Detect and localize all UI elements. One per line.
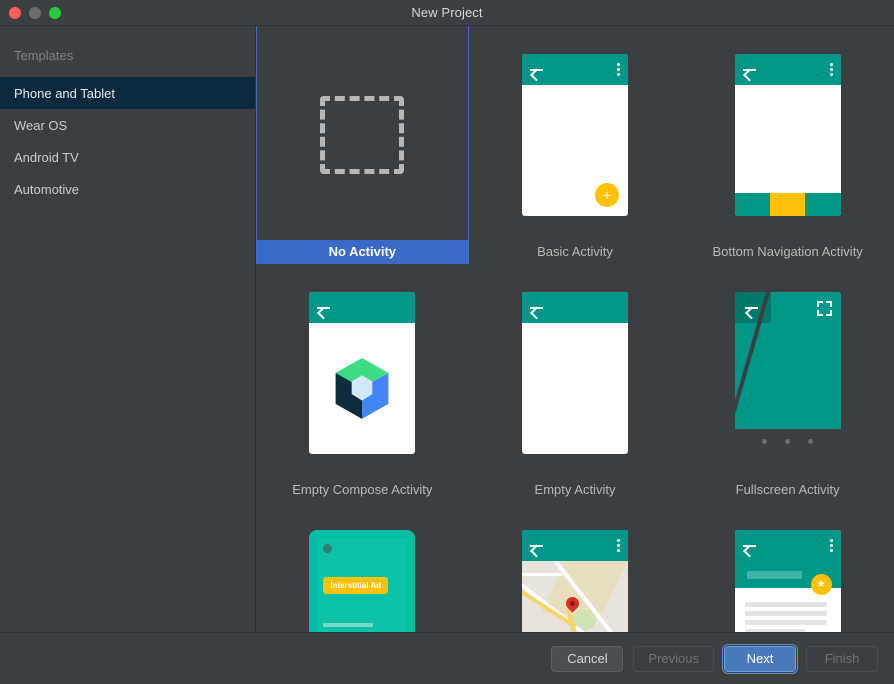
template-thumbnail-google-pay-activity: ★ G Pay — [734, 530, 841, 632]
template-thumbnail-google-maps-activity — [521, 530, 628, 632]
sidebar-item-label: Automotive — [14, 181, 80, 197]
dialog-body: Templates Phone and Tablet Wear OS Andro… — [0, 26, 894, 632]
bottom-nav-item — [805, 193, 841, 216]
template-thumbnail-empty-activity — [521, 292, 628, 454]
sidebar-header: Templates — [14, 48, 74, 63]
template-tile-interstitial-ad[interactable]: Interstitial Ad Interstitial Ad — [256, 502, 469, 632]
interstitial-ad-badge: Interstitial Ad — [323, 577, 389, 594]
template-label: Basic Activity — [537, 244, 613, 259]
template-tile-basic-activity[interactable]: + Basic Activity — [469, 26, 682, 264]
app-bar — [521, 530, 628, 561]
window-controls — [9, 6, 61, 19]
template-thumbnail-fullscreen-activity — [734, 292, 841, 454]
phone-mock: ★ G Pay — [734, 530, 841, 632]
text-placeholder-line — [744, 611, 827, 616]
dashed-placeholder-icon — [320, 96, 405, 174]
page-dot — [785, 439, 791, 444]
app-bar — [521, 54, 628, 85]
back-arrow-icon — [744, 301, 758, 314]
phone-mock — [734, 54, 841, 216]
template-thumbnail-empty-compose-activity — [309, 292, 416, 454]
bottom-nav-item-active — [769, 193, 806, 216]
text-placeholder-line — [323, 623, 374, 627]
back-arrow-icon — [317, 301, 331, 314]
template-label: Empty Compose Activity — [292, 482, 433, 497]
phone-mock: Interstitial Ad — [309, 530, 416, 632]
map-preview — [521, 561, 628, 632]
sidebar-item-label: Android TV — [14, 149, 79, 165]
app-bar — [734, 54, 841, 85]
template-thumbnail-interstitial-ad: Interstitial Ad — [309, 530, 416, 632]
phone-mock — [521, 292, 628, 454]
template-tile-bottom-navigation-activity[interactable]: Bottom Navigation Activity — [681, 26, 894, 264]
floating-action-button-icon: + — [594, 183, 619, 207]
page-dot — [761, 439, 767, 444]
back-arrow-icon — [529, 539, 543, 552]
text-placeholder-line — [744, 620, 827, 625]
bottom-navigation-bar — [734, 193, 841, 216]
template-label: Fullscreen Activity — [735, 482, 840, 497]
app-bar — [521, 292, 628, 323]
bottom-nav-item — [734, 193, 770, 216]
cancel-button[interactable]: Cancel — [551, 645, 624, 672]
minimize-window-button[interactable] — [29, 6, 41, 19]
map-road — [521, 573, 562, 576]
templates-grid: No Activity + Basic Activity Bottom Navi… — [256, 26, 894, 632]
template-tile-google-pay-activity[interactable]: ★ G Pay Google Pay Activity — [681, 502, 894, 632]
window-title: New Project — [411, 5, 483, 20]
template-label: No Activity — [257, 240, 468, 264]
map-landuse — [540, 561, 628, 613]
finish-button[interactable]: Finish — [806, 645, 878, 672]
templates-grid-scroll[interactable]: No Activity + Basic Activity Bottom Navi… — [256, 26, 894, 632]
template-tile-empty-compose-activity[interactable]: Empty Compose Activity — [256, 264, 469, 502]
text-placeholder-line — [744, 602, 827, 607]
sidebar-item-label: Phone and Tablet — [14, 85, 115, 101]
phone-mock: + — [521, 54, 628, 216]
overflow-menu-icon — [616, 539, 620, 552]
floating-action-button-icon: ★ — [810, 574, 832, 595]
phone-mock — [521, 530, 628, 632]
back-arrow-icon — [529, 63, 543, 76]
overflow-menu-icon — [829, 63, 833, 76]
dialog-footer: Cancel Previous Next Finish — [0, 632, 894, 684]
sidebar-item-phone-and-tablet[interactable]: Phone and Tablet — [0, 77, 255, 109]
compose-logo-wrap — [309, 323, 415, 454]
back-arrow-icon — [742, 539, 756, 552]
sidebar-item-label: Wear OS — [14, 117, 68, 133]
overflow-menu-icon — [829, 539, 833, 552]
phone-mock — [309, 292, 416, 454]
back-arrow-icon — [742, 63, 756, 76]
template-label: Bottom Navigation Activity — [712, 244, 863, 259]
template-tile-fullscreen-activity[interactable]: Fullscreen Activity — [681, 264, 894, 502]
page-dot — [808, 439, 814, 444]
new-project-dialog: New Project Templates Phone and Tablet W… — [0, 0, 894, 684]
sidebar-item-wear-os[interactable]: Wear OS — [0, 109, 255, 141]
fullscreen-expand-icon — [816, 301, 832, 316]
app-bar — [309, 292, 416, 323]
template-thumbnail-no-activity — [309, 54, 415, 216]
previous-button[interactable]: Previous — [633, 645, 714, 672]
overflow-menu-icon — [616, 63, 620, 76]
template-tile-no-activity[interactable]: No Activity — [256, 26, 469, 264]
back-arrow-icon — [529, 301, 543, 314]
jetpack-compose-logo-icon — [335, 357, 389, 419]
header-placeholder-bar — [746, 571, 802, 579]
next-button[interactable]: Next — [724, 645, 796, 672]
page-indicator-bar — [734, 429, 841, 454]
template-thumbnail-bottom-navigation-activity — [734, 54, 841, 216]
templates-sidebar: Templates Phone and Tablet Wear OS Andro… — [0, 26, 256, 632]
sidebar-item-automotive[interactable]: Automotive — [0, 173, 255, 205]
sidebar-item-android-tv[interactable]: Android TV — [0, 141, 255, 173]
text-placeholder-line — [744, 629, 805, 632]
phone-mock — [734, 292, 841, 454]
template-thumbnail-basic-activity: + — [521, 54, 628, 216]
title-bar: New Project — [0, 0, 894, 26]
template-tile-empty-activity[interactable]: Empty Activity — [469, 264, 682, 502]
template-label: Empty Activity — [534, 482, 616, 497]
zoom-window-button[interactable] — [49, 6, 61, 19]
template-tile-google-maps-activity[interactable]: Google Maps Activity — [469, 502, 682, 632]
close-window-button[interactable] — [9, 6, 21, 19]
